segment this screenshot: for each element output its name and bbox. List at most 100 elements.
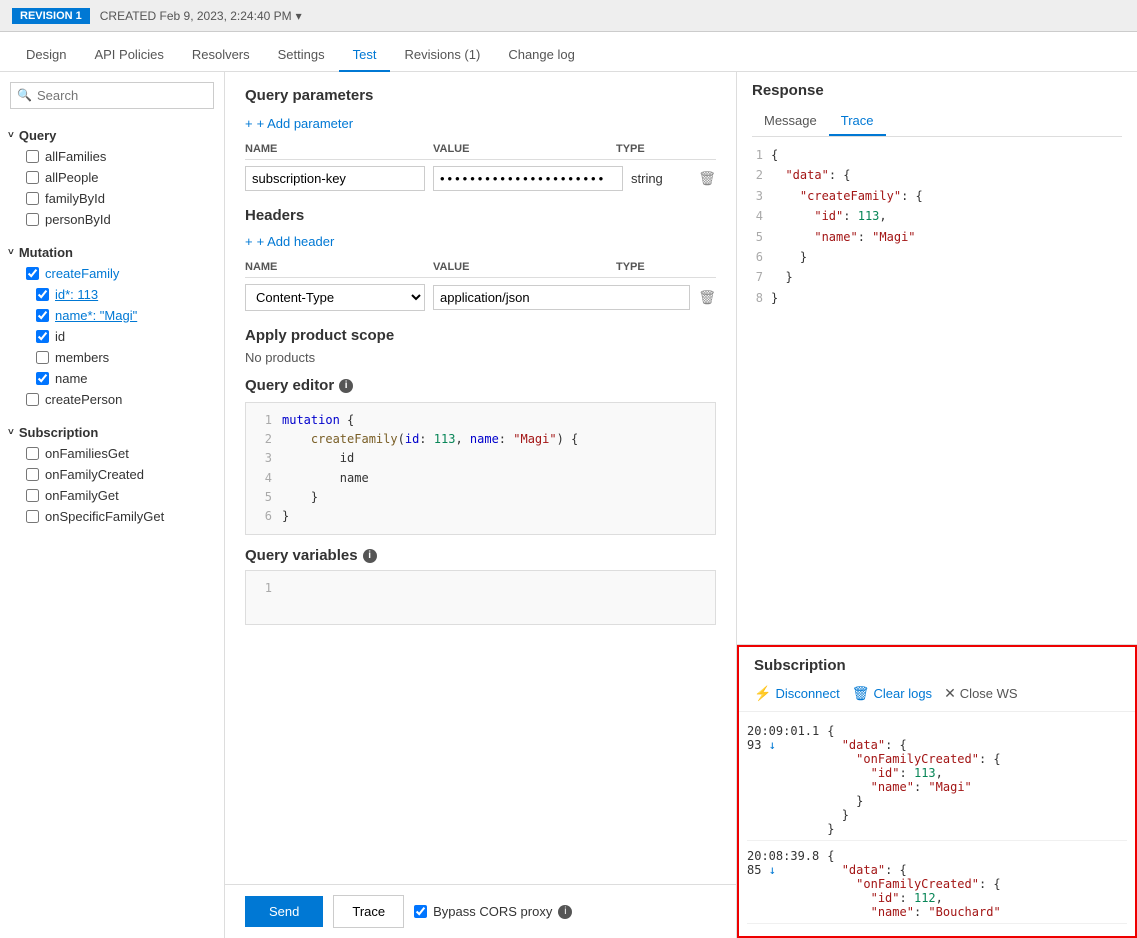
search-input[interactable] bbox=[10, 82, 214, 109]
search-box: 🔍 bbox=[10, 82, 214, 109]
header-value-input-0[interactable] bbox=[433, 285, 690, 310]
plus-header-icon: + bbox=[245, 234, 253, 249]
delete-header-icon-0[interactable]: 🗑 bbox=[698, 289, 716, 306]
delete-param-icon-0[interactable]: 🗑 bbox=[698, 170, 716, 187]
checkbox-all-families[interactable] bbox=[26, 150, 39, 163]
tab-api-policies[interactable]: API Policies bbox=[80, 39, 177, 72]
col-name: NAME bbox=[245, 143, 425, 155]
clear-logs-button[interactable]: 🗑 Clear logs bbox=[852, 682, 932, 705]
sidebar-item-on-families-get[interactable]: onFamiliesGet bbox=[8, 443, 216, 464]
log-arrow-0: ↓ bbox=[769, 738, 776, 752]
header-name-select-0[interactable]: Content-Type bbox=[245, 284, 425, 311]
close-ws-button[interactable]: ✕ Close WS bbox=[944, 682, 1018, 705]
sidebar-section-subscription-header[interactable]: ˅ Subscription bbox=[8, 422, 216, 443]
response-panel: Response Message Trace 1 { 2 "data": { bbox=[737, 72, 1137, 645]
sidebar-section-mutation-label: Mutation bbox=[19, 245, 73, 260]
response-tabs: Message Trace bbox=[752, 107, 1122, 137]
tab-revisions[interactable]: Revisions (1) bbox=[390, 39, 494, 72]
query-editor-code[interactable]: 1 mutation { 2 createFamily(id: 113, nam… bbox=[245, 402, 716, 535]
add-param-button[interactable]: + + Add parameter bbox=[245, 116, 716, 131]
checkbox-person-by-id[interactable] bbox=[26, 213, 39, 226]
sidebar-section-mutation-header[interactable]: ˅ Mutation bbox=[8, 242, 216, 263]
checkbox-on-family-get[interactable] bbox=[26, 489, 39, 502]
param-table: NAME VALUE TYPE string 🗑 bbox=[245, 143, 716, 191]
product-scope-section: Apply product scope No products bbox=[245, 327, 716, 365]
tab-settings[interactable]: Settings bbox=[264, 39, 339, 72]
checkbox-id-field[interactable] bbox=[36, 330, 49, 343]
code-line-6: 6 } bbox=[254, 507, 707, 526]
log-time-0: 20:09:01.1 93 ↓ bbox=[747, 724, 819, 836]
sidebar-item-family-by-id[interactable]: familyById bbox=[8, 188, 216, 209]
disconnect-button[interactable]: ⚡ Disconnect bbox=[754, 682, 840, 705]
query-params-section: Query parameters + + Add parameter NAME … bbox=[245, 87, 716, 191]
tab-design[interactable]: Design bbox=[12, 39, 80, 72]
bottom-bar: Send Trace Bypass CORS proxy i bbox=[225, 884, 736, 938]
sidebar-item-id-value[interactable]: id*: 113 bbox=[8, 284, 216, 305]
checkbox-on-families-get[interactable] bbox=[26, 447, 39, 460]
sidebar-item-person-by-id[interactable]: personById bbox=[8, 209, 216, 230]
sidebar-section-subscription-label: Subscription bbox=[19, 425, 98, 440]
checkbox-id[interactable] bbox=[36, 288, 49, 301]
col-type: TYPE bbox=[616, 143, 716, 155]
sidebar-item-on-specific-family-get[interactable]: onSpecificFamilyGet bbox=[8, 506, 216, 527]
code-line-2: 2 createFamily(id: 113, name: "Magi") { bbox=[254, 430, 707, 449]
param-value-input-0[interactable] bbox=[433, 166, 623, 191]
send-button[interactable]: Send bbox=[245, 896, 323, 927]
sidebar-item-members[interactable]: members bbox=[8, 347, 216, 368]
json-line-7: 7 } bbox=[747, 267, 1127, 287]
json-line-5: 5 "name": "Magi" bbox=[747, 227, 1127, 247]
checkbox-all-people[interactable] bbox=[26, 171, 39, 184]
tab-change-log[interactable]: Change log bbox=[494, 39, 589, 72]
headers-section: Headers + + Add header NAME VALUE TYPE bbox=[245, 207, 716, 311]
add-header-button[interactable]: + + Add header bbox=[245, 234, 716, 249]
query-params-title: Query parameters bbox=[245, 87, 716, 104]
bypass-cors-checkbox[interactable] bbox=[414, 905, 427, 918]
subscription-title: Subscription bbox=[754, 657, 1120, 674]
sidebar-item-on-family-get[interactable]: onFamilyGet bbox=[8, 485, 216, 506]
sidebar-item-create-family[interactable]: createFamily bbox=[8, 263, 216, 284]
code-line-1: 1 mutation { bbox=[254, 411, 707, 430]
response-tab-trace[interactable]: Trace bbox=[829, 107, 886, 136]
sidebar-item-name-value[interactable]: name*: "Magi" bbox=[8, 305, 216, 326]
bypass-info-icon: i bbox=[558, 905, 572, 919]
sidebar-section-query-header[interactable]: ˅ Query bbox=[8, 125, 216, 146]
query-vars-info-icon: i bbox=[363, 549, 377, 563]
sidebar-item-create-person[interactable]: createPerson bbox=[8, 389, 216, 410]
param-name-input-0[interactable] bbox=[245, 166, 425, 191]
tab-test[interactable]: Test bbox=[339, 39, 391, 72]
checkbox-members[interactable] bbox=[36, 351, 49, 364]
response-tab-message[interactable]: Message bbox=[752, 107, 829, 136]
chevron-subscription-icon: ˅ bbox=[8, 427, 14, 438]
sidebar-item-all-families[interactable]: allFamilies bbox=[8, 146, 216, 167]
content-panels: Query parameters + + Add parameter NAME … bbox=[225, 72, 1137, 938]
checkbox-family-by-id[interactable] bbox=[26, 192, 39, 205]
subscription-actions: ⚡ Disconnect 🗑 Clear logs ✕ Close WS bbox=[754, 682, 1120, 705]
checkbox-on-specific-family-get[interactable] bbox=[26, 510, 39, 523]
sidebar-item-name-field[interactable]: name bbox=[8, 368, 216, 389]
sidebar-item-all-people[interactable]: allPeople bbox=[8, 167, 216, 188]
json-line-1: 1 { bbox=[747, 145, 1127, 165]
checkbox-create-person[interactable] bbox=[26, 393, 39, 406]
checkbox-create-family[interactable] bbox=[26, 267, 39, 280]
dropdown-icon[interactable]: ▾ bbox=[296, 9, 302, 23]
query-editor-section: Query editor i 1 mutation { 2 createFami… bbox=[245, 377, 716, 535]
checkbox-on-family-created[interactable] bbox=[26, 468, 39, 481]
query-vars-title: Query variables i bbox=[245, 547, 716, 564]
sidebar-item-on-family-created[interactable]: onFamilyCreated bbox=[8, 464, 216, 485]
trace-button[interactable]: Trace bbox=[333, 895, 404, 928]
subscription-panel: Subscription ⚡ Disconnect 🗑 Clear logs ✕ bbox=[737, 645, 1137, 938]
log-arrow-1: ↓ bbox=[769, 863, 776, 877]
query-vars-editor[interactable]: 1 bbox=[245, 570, 716, 625]
json-line-6: 6 } bbox=[747, 247, 1127, 267]
h-col-name: NAME bbox=[245, 261, 425, 273]
sidebar-item-id-field[interactable]: id bbox=[8, 326, 216, 347]
checkbox-name-field[interactable] bbox=[36, 372, 49, 385]
headers-title: Headers bbox=[245, 207, 716, 224]
scrollable-middle: Query parameters + + Add parameter NAME … bbox=[225, 72, 736, 884]
query-editor-info-icon: i bbox=[339, 379, 353, 393]
log-body-1: { "data": { "onFamilyCreated": { "id": 1… bbox=[827, 849, 1127, 919]
checkbox-name-value[interactable] bbox=[36, 309, 49, 322]
chevron-icon: ˅ bbox=[8, 130, 14, 141]
chevron-mutation-icon: ˅ bbox=[8, 247, 14, 258]
tab-resolvers[interactable]: Resolvers bbox=[178, 39, 264, 72]
